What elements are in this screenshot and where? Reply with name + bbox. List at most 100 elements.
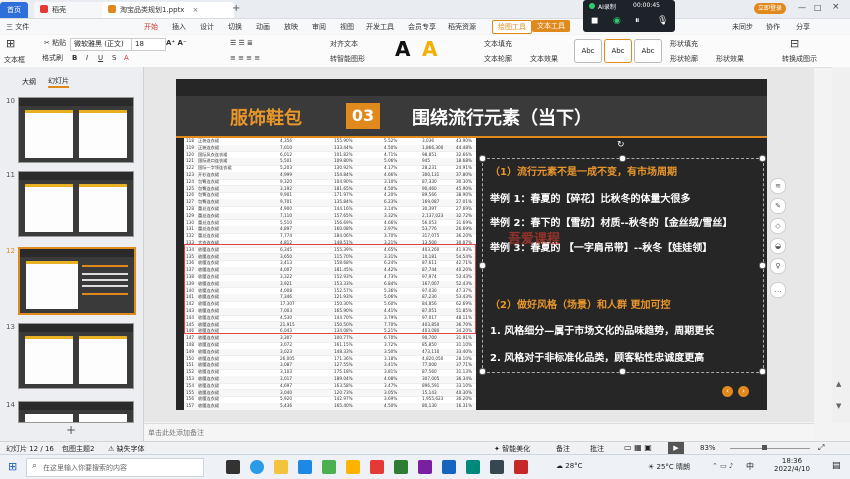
menu-share[interactable]: 分享 bbox=[796, 21, 810, 33]
text-effect-button[interactable]: 文本效果 bbox=[530, 54, 558, 64]
add-slide-icon[interactable]: + bbox=[66, 423, 76, 437]
camera-icon[interactable]: ◼ bbox=[591, 16, 598, 26]
menu-member[interactable]: 会员专享 bbox=[408, 21, 436, 33]
text-fill-button[interactable]: 文本填充 bbox=[484, 39, 512, 49]
shape-fill-button[interactable]: 形状填充 bbox=[670, 39, 698, 49]
shape-style-1[interactable]: Abc bbox=[574, 39, 602, 63]
font-name-select[interactable]: 微软雅黑 (正文) bbox=[70, 38, 133, 51]
menu-transition[interactable]: 切换 bbox=[228, 21, 242, 33]
text-style-gold[interactable]: A bbox=[422, 37, 437, 61]
menu-daoke-resources[interactable]: 稻壳资源 bbox=[448, 21, 476, 33]
shape-style-2[interactable]: Abc bbox=[604, 39, 632, 63]
resize-handle[interactable] bbox=[479, 155, 486, 162]
tab-home[interactable]: 首页 bbox=[0, 2, 28, 18]
shadow-button[interactable]: S bbox=[112, 54, 116, 62]
ime-indicator[interactable]: 中 bbox=[746, 461, 754, 472]
slide-thumbnail[interactable] bbox=[18, 171, 134, 237]
shape-style-3[interactable]: Abc bbox=[634, 39, 662, 63]
app-icon[interactable] bbox=[418, 460, 432, 474]
font-size-select[interactable]: 18 bbox=[131, 38, 166, 51]
menu-review[interactable]: 审阅 bbox=[312, 21, 326, 33]
app-icon[interactable] bbox=[346, 460, 360, 474]
missing-font-button[interactable]: ⚠ 缺失字体 bbox=[108, 444, 145, 454]
resize-handle[interactable] bbox=[479, 262, 486, 269]
record-icon[interactable]: ◉ bbox=[613, 16, 621, 26]
notification-icon[interactable]: ▤ bbox=[832, 461, 841, 471]
format-painter-button[interactable]: 格式刷 bbox=[42, 53, 63, 63]
scroll-down-icon[interactable]: ▼ bbox=[836, 402, 841, 410]
close-window-icon[interactable]: × bbox=[832, 2, 840, 12]
menu-unsynced[interactable]: 未同步 bbox=[732, 21, 753, 33]
resize-handle[interactable] bbox=[759, 262, 766, 269]
tab-daoke[interactable]: 稻壳 bbox=[34, 2, 106, 18]
textbox-button[interactable]: 文本框 bbox=[4, 55, 25, 65]
minimize-icon[interactable]: — bbox=[798, 3, 806, 12]
weather-widget[interactable]: ☁ 28°C bbox=[556, 462, 583, 470]
tab-slides[interactable]: 幻灯片 bbox=[48, 76, 69, 88]
menu-design[interactable]: 设计 bbox=[200, 21, 214, 33]
align-icon[interactable]: ≡ ≡ ≡ ≡ bbox=[230, 54, 260, 62]
notes-placeholder[interactable]: 单击此处添加备注 bbox=[148, 428, 204, 438]
italic-button[interactable]: I bbox=[86, 54, 88, 62]
rotate-handle-icon[interactable]: ↻ bbox=[617, 140, 625, 150]
slide-thumbnail[interactable] bbox=[18, 323, 134, 389]
paste-button[interactable]: ✂ 粘贴 bbox=[44, 38, 66, 48]
fill-icon[interactable]: ◒ bbox=[770, 238, 786, 254]
transform-button[interactable]: 转换成图示 bbox=[782, 54, 817, 64]
weather-widget-2[interactable]: ☀ 25°C 晴朗 bbox=[648, 462, 690, 472]
layers-icon[interactable]: ≋ bbox=[770, 178, 786, 194]
play-slideshow-icon[interactable]: ▶ bbox=[668, 442, 684, 454]
font-color-button[interactable]: A bbox=[124, 54, 129, 62]
text-style-black[interactable]: A bbox=[395, 37, 410, 61]
tab-document[interactable]: 淘宝品类规划1.pptx × bbox=[102, 2, 234, 18]
store-icon[interactable] bbox=[298, 460, 312, 474]
scroll-up-icon[interactable]: ▲ bbox=[836, 380, 841, 388]
resize-handle[interactable] bbox=[619, 155, 626, 162]
menu-slideshow[interactable]: 放映 bbox=[284, 21, 298, 33]
menu-file[interactable]: 三 文件 bbox=[6, 21, 29, 33]
more-icon[interactable]: … bbox=[770, 282, 786, 298]
app-icon[interactable] bbox=[394, 460, 408, 474]
file-explorer-icon[interactable] bbox=[274, 460, 288, 474]
text-outline-button[interactable]: 文本轮廓 bbox=[484, 54, 512, 64]
fit-window-icon[interactable]: ⤢ bbox=[818, 443, 824, 453]
text-tools-tab[interactable]: 文本工具 bbox=[532, 20, 570, 32]
bold-button[interactable]: B bbox=[72, 54, 77, 62]
new-tab-icon[interactable]: + bbox=[232, 3, 240, 14]
menu-view[interactable]: 视图 bbox=[340, 21, 354, 33]
menu-collaborate[interactable]: 协作 bbox=[766, 21, 780, 33]
task-view-icon[interactable] bbox=[226, 460, 240, 474]
shape-icon[interactable]: ◇ bbox=[770, 218, 786, 234]
app-icon[interactable] bbox=[466, 460, 480, 474]
notes-toggle[interactable]: 备注 bbox=[556, 444, 570, 454]
slide-thumbnail-selected[interactable] bbox=[18, 247, 136, 315]
edge-browser-icon[interactable] bbox=[250, 460, 264, 474]
align-text-button[interactable]: 对齐文本 bbox=[330, 39, 358, 49]
view-buttons-icon[interactable]: ▭ ▦ ▣ bbox=[624, 443, 652, 452]
menu-animation[interactable]: 动画 bbox=[256, 21, 270, 33]
pen-icon[interactable]: ✎ bbox=[770, 198, 786, 214]
wps-icon[interactable] bbox=[370, 460, 384, 474]
slide-thumbnail[interactable] bbox=[18, 401, 134, 423]
tray-icons[interactable]: ⌃ ▭ ♪ bbox=[712, 462, 733, 470]
menu-insert[interactable]: 插入 bbox=[172, 21, 186, 33]
font-grow-icon[interactable]: A⁺ A⁻ bbox=[166, 39, 187, 47]
zoom-slider[interactable] bbox=[730, 448, 810, 449]
taskbar-search-box[interactable]: ⌕ 在这里输入你要搜索的内容 bbox=[26, 458, 204, 477]
bullets-icon[interactable]: ☰ ☰ ≣ bbox=[230, 39, 253, 47]
resize-handle[interactable] bbox=[759, 368, 766, 375]
vertical-scrollbar[interactable] bbox=[832, 67, 850, 423]
menu-start[interactable]: 开始 bbox=[144, 21, 158, 33]
resize-handle[interactable] bbox=[479, 368, 486, 375]
resize-handle[interactable] bbox=[759, 155, 766, 162]
smart-beautify-button[interactable]: ✦ 智能美化 bbox=[494, 444, 530, 454]
resize-handle[interactable] bbox=[619, 368, 626, 375]
app-icon[interactable] bbox=[490, 460, 504, 474]
app-icon[interactable] bbox=[442, 460, 456, 474]
zoom-dropdown[interactable]: 83% bbox=[700, 444, 716, 452]
clock[interactable]: 18:36 2022/4/10 bbox=[762, 457, 822, 473]
comments-toggle[interactable]: 批注 bbox=[590, 444, 604, 454]
idea-icon[interactable]: ♀ bbox=[770, 258, 786, 274]
drawing-tools-tab[interactable]: 绘图工具 bbox=[492, 20, 532, 34]
app-icon[interactable] bbox=[514, 460, 528, 474]
